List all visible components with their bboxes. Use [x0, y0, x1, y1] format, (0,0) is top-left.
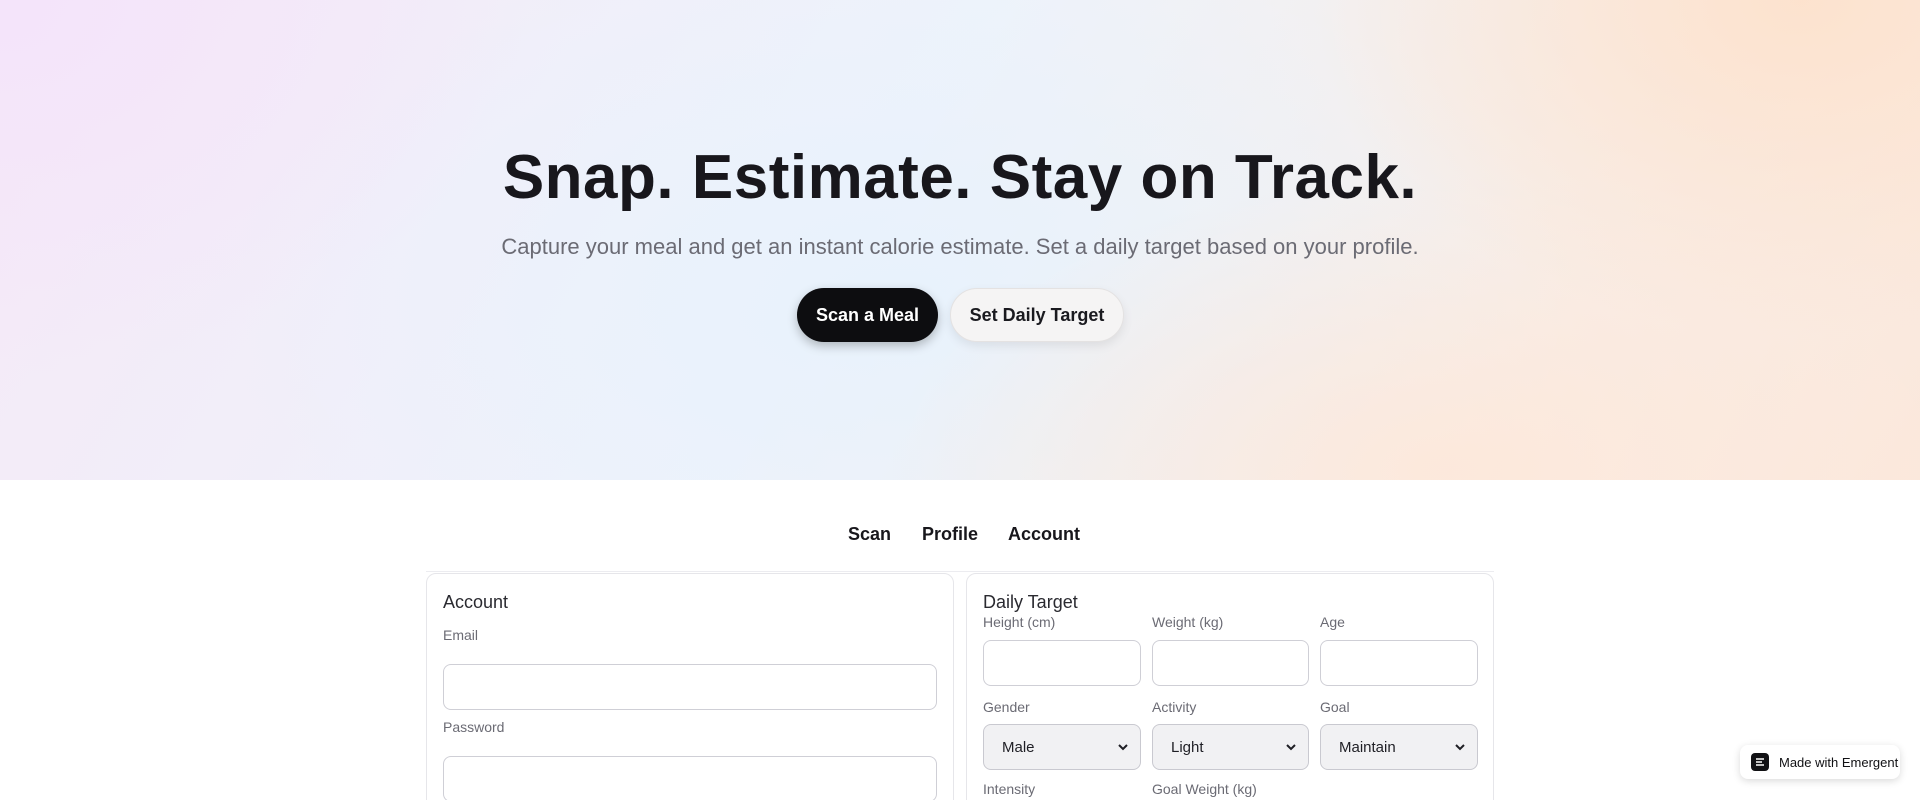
- password-field[interactable]: [443, 756, 937, 800]
- tab-account[interactable]: Account: [1008, 524, 1080, 545]
- daily-target-card: Daily Target Height (cm) Weight (kg) Age…: [966, 573, 1494, 800]
- made-with-emergent-badge[interactable]: Made with Emergent: [1740, 745, 1900, 779]
- age-field[interactable]: [1320, 640, 1478, 686]
- height-label: Height (cm): [983, 614, 1056, 630]
- weight-field[interactable]: [1152, 640, 1309, 686]
- scan-meal-button[interactable]: Scan a Meal: [797, 288, 938, 342]
- chevron-down-icon: [1118, 744, 1128, 751]
- age-label: Age: [1320, 614, 1345, 630]
- emergent-logo-icon: [1751, 753, 1769, 771]
- tab-bar: Scan Profile Account: [0, 524, 1920, 552]
- chevron-down-icon: [1455, 744, 1465, 751]
- daily-target-card-title: Daily Target: [983, 592, 1078, 612]
- activity-select[interactable]: Light: [1152, 724, 1309, 770]
- set-daily-target-button[interactable]: Set Daily Target: [950, 288, 1124, 342]
- account-card-title: Account: [443, 592, 509, 612]
- goal-label: Goal: [1320, 699, 1350, 715]
- hero-title: Snap. Estimate. Stay on Track.: [502, 143, 1418, 212]
- intensity-label: Intensity: [983, 781, 1036, 797]
- tabs-divider: [426, 571, 1494, 572]
- tab-profile[interactable]: Profile: [922, 524, 978, 545]
- goal-select-value: Maintain: [1339, 738, 1396, 756]
- gender-select-value: Male: [1002, 738, 1035, 756]
- email-label: Email: [443, 627, 479, 643]
- password-label: Password: [443, 719, 505, 735]
- activity-label: Activity: [1152, 699, 1197, 715]
- hero-subtitle: Capture your meal and get an instant cal…: [501, 234, 1419, 259]
- weight-label: Weight (kg): [1152, 614, 1224, 630]
- height-field[interactable]: [983, 640, 1141, 686]
- account-card: Account Email Password: [426, 573, 954, 800]
- goal-weight-label: Goal Weight (kg): [1152, 781, 1257, 797]
- gender-select[interactable]: Male: [983, 724, 1141, 770]
- tab-scan[interactable]: Scan: [848, 524, 891, 545]
- goal-select[interactable]: Maintain: [1320, 724, 1478, 770]
- activity-select-value: Light: [1171, 738, 1204, 756]
- gender-label: Gender: [983, 699, 1030, 715]
- email-field[interactable]: [443, 664, 937, 710]
- chevron-down-icon: [1286, 744, 1296, 751]
- hero-section: Snap. Estimate. Stay on Track. Capture y…: [0, 0, 1920, 480]
- badge-label: Made with Emergent: [1779, 754, 1899, 770]
